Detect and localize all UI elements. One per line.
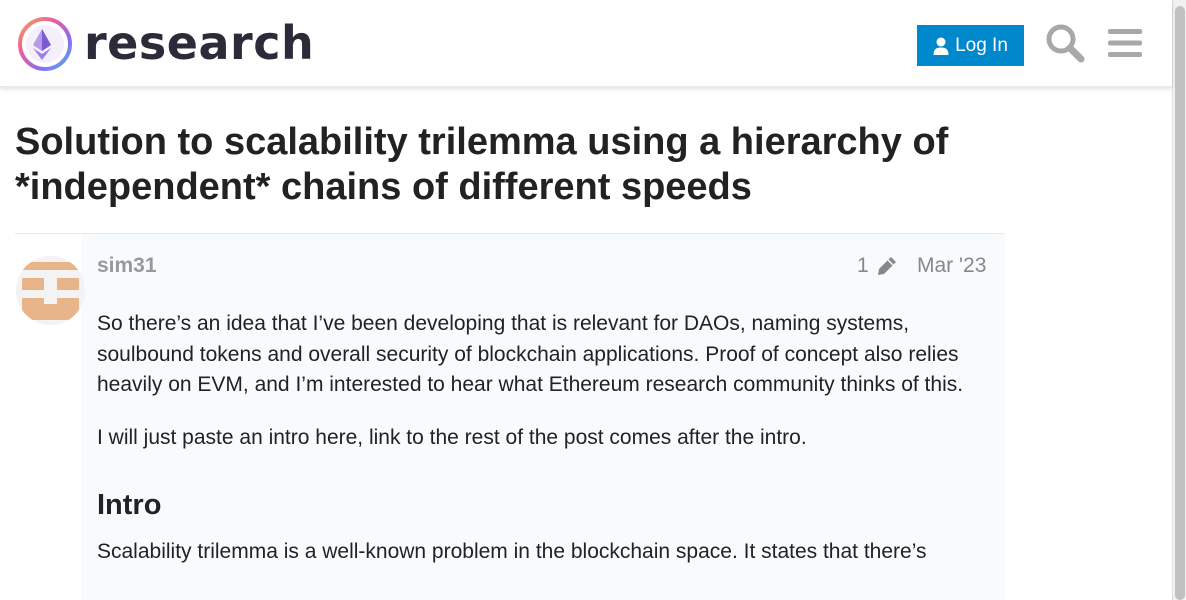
post-paragraph: I will just paste an intro here, link to… — [97, 425, 807, 449]
page-scrollbar[interactable] — [1172, 0, 1186, 600]
avatar[interactable] — [16, 256, 85, 325]
edit-history-button[interactable]: 1 — [857, 254, 899, 278]
topic-title[interactable]: Solution to scalability trilemma using a… — [15, 120, 1005, 210]
site-header: research Log In — [0, 0, 1172, 87]
pencil-icon — [877, 257, 896, 275]
post-content: So there’s an idea that I’ve been develo… — [97, 309, 992, 590]
avatar-icon — [16, 256, 85, 325]
ethereum-logo-icon — [18, 17, 72, 71]
site-logo[interactable] — [16, 15, 74, 73]
post-paragraph: Scalability trilemma is a well-known pro… — [97, 540, 927, 563]
site-name[interactable]: research — [84, 16, 314, 70]
post-heading: Intro — [97, 489, 162, 521]
scrollbar-thumb[interactable] — [1175, 6, 1185, 600]
login-label: Log In — [955, 34, 1008, 56]
hamburger-icon — [1108, 29, 1142, 57]
post-date[interactable]: Mar '23 — [917, 254, 986, 278]
menu-button[interactable] — [1106, 26, 1144, 60]
user-icon — [933, 37, 949, 55]
edit-count: 1 — [857, 254, 869, 277]
search-button[interactable] — [1044, 22, 1086, 64]
search-icon — [1046, 24, 1085, 63]
login-button[interactable]: Log In — [917, 25, 1024, 66]
post-paragraph: So there’s an idea that I’ve been develo… — [97, 312, 964, 396]
post-username[interactable]: sim31 — [97, 254, 157, 278]
